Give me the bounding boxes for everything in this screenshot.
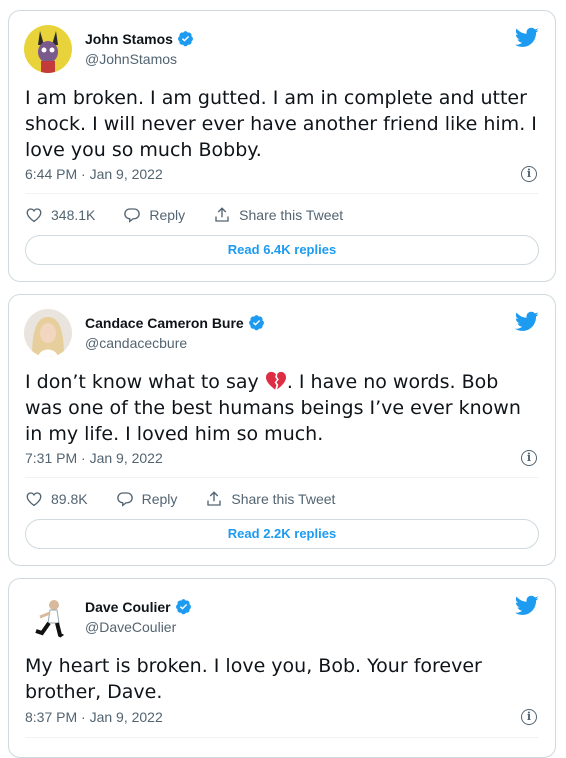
tweet-timestamp[interactable]: 7:31 PM · Jan 9, 2022 <box>25 450 163 466</box>
reply-bubble-icon <box>116 490 134 508</box>
twitter-bird-icon[interactable] <box>515 309 539 333</box>
author-name[interactable]: Candace Cameron Bure <box>85 314 265 331</box>
verified-badge-icon <box>177 30 194 47</box>
tweet-text-part: I don’t know what to say <box>25 371 265 393</box>
like-button[interactable]: 89.8K <box>25 490 88 508</box>
read-replies-button[interactable]: Read 6.4K replies <box>25 235 539 265</box>
tweet-card[interactable]: John Stamos @JohnStamos I am broken. I a… <box>8 10 556 282</box>
heart-icon <box>25 206 43 224</box>
tweet-text: My heart is broken. I love you, Bob. You… <box>25 655 482 703</box>
divider <box>25 193 539 194</box>
author-name[interactable]: John Stamos <box>85 30 194 47</box>
author-name-text: Dave Coulier <box>85 598 171 615</box>
share-upload-icon <box>213 206 231 224</box>
share-label: Share this Tweet <box>231 491 336 507</box>
like-count: 89.8K <box>51 491 88 507</box>
tweet-timestamp[interactable]: 8:37 PM · Jan 9, 2022 <box>25 709 163 725</box>
share-label: Share this Tweet <box>239 207 344 223</box>
reply-button[interactable]: Reply <box>123 206 185 224</box>
author-name-text: Candace Cameron Bure <box>85 314 244 331</box>
verified-badge-icon <box>175 598 192 615</box>
tweet-text: I am broken. I am gutted. I am in comple… <box>25 87 537 161</box>
reply-label: Reply <box>149 207 186 223</box>
heart-icon <box>25 490 43 508</box>
avatar[interactable] <box>24 593 72 641</box>
tweet-card[interactable]: Candace Cameron Bure @candacecbure I don… <box>8 294 556 566</box>
tweet-actions: 348.1K Reply Share this Tweet <box>25 203 539 227</box>
divider <box>25 477 539 478</box>
verified-badge-icon <box>248 314 265 331</box>
share-button[interactable]: Share this Tweet <box>205 490 335 508</box>
twitter-bird-icon[interactable] <box>515 593 539 617</box>
author-handle[interactable]: @DaveCoulier <box>85 619 176 635</box>
author-name[interactable]: Dave Coulier <box>85 598 192 615</box>
author-handle[interactable]: @JohnStamos <box>85 51 177 67</box>
tweet-timestamp[interactable]: 6:44 PM · Jan 9, 2022 <box>25 166 163 182</box>
twitter-bird-icon[interactable] <box>515 25 539 49</box>
read-replies-button[interactable]: Read 2.2K replies <box>25 519 539 549</box>
avatar[interactable] <box>24 25 72 73</box>
avatar[interactable] <box>24 309 72 357</box>
tweet-text: I don’t know what to say . I have no wor… <box>25 369 539 447</box>
info-icon[interactable]: i <box>521 709 537 725</box>
reply-button[interactable]: Reply <box>116 490 178 508</box>
like-button[interactable]: 348.1K <box>25 206 95 224</box>
like-count: 348.1K <box>51 207 96 223</box>
info-icon[interactable]: i <box>521 166 537 182</box>
tweet-actions: 89.8K Reply Share this Tweet <box>25 487 539 511</box>
divider <box>25 737 539 738</box>
author-handle[interactable]: @candacecbure <box>85 335 187 351</box>
share-upload-icon <box>205 490 223 508</box>
broken-heart-emoji <box>265 371 287 391</box>
info-icon[interactable]: i <box>521 450 537 466</box>
reply-label: Reply <box>141 491 178 507</box>
reply-bubble-icon <box>123 206 141 224</box>
share-button[interactable]: Share this Tweet <box>213 206 343 224</box>
tweet-card[interactable]: Dave Coulier @DaveCoulier My heart is br… <box>8 578 556 758</box>
author-name-text: John Stamos <box>85 30 173 47</box>
